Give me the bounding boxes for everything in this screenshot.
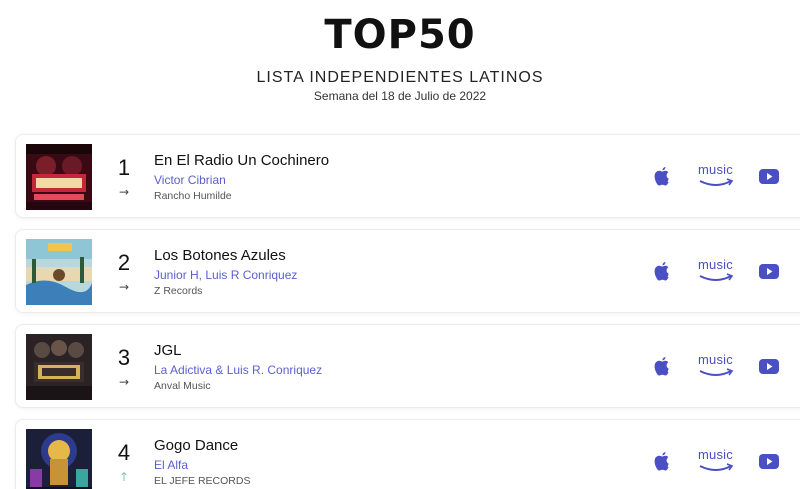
apple-music-icon[interactable] xyxy=(652,356,672,378)
album-cover-2[interactable] xyxy=(26,239,92,305)
amazon-music-word: music xyxy=(698,162,733,177)
amazon-music-icon[interactable]: music xyxy=(696,257,736,285)
chart-entry-1[interactable]: 1 → En El Radio Un Cochinero Victor Cibr… xyxy=(15,134,800,218)
album-cover-1[interactable] xyxy=(26,144,92,210)
rank-number: 2 xyxy=(117,250,131,275)
youtube-icon[interactable] xyxy=(759,359,779,374)
apple-music-icon[interactable] xyxy=(652,261,672,283)
album-cover-3[interactable] xyxy=(26,334,92,400)
apple-music-icon[interactable] xyxy=(652,166,672,188)
record-label: Anval Music xyxy=(154,380,211,392)
amazon-music-icon[interactable]: music xyxy=(696,447,736,475)
amazon-music-icon[interactable]: music xyxy=(696,352,736,380)
arrow-up-icon: ↑ xyxy=(118,470,130,484)
chart-entry-4[interactable]: 4 ↑ Gogo Dance El Alfa EL JEFE RECORDS m… xyxy=(15,419,800,489)
arrow-right-icon: → xyxy=(118,375,130,389)
artist-link[interactable]: Victor Cibrian xyxy=(154,173,226,187)
record-label: Rancho Humilde xyxy=(154,190,232,202)
amazon-music-word: music xyxy=(698,257,733,272)
artist-link[interactable]: El Alfa xyxy=(154,458,188,472)
youtube-icon[interactable] xyxy=(759,454,779,469)
youtube-icon[interactable] xyxy=(759,169,779,184)
record-label: EL JEFE RECORDS xyxy=(154,475,251,487)
song-title[interactable]: JGL xyxy=(154,342,182,359)
amazon-music-icon[interactable]: music xyxy=(696,162,736,190)
rank-number: 3 xyxy=(117,345,131,370)
song-title[interactable]: Gogo Dance xyxy=(154,437,238,454)
apple-music-icon[interactable] xyxy=(652,451,672,473)
rank-number: 4 xyxy=(117,440,131,465)
youtube-icon[interactable] xyxy=(759,264,779,279)
arrow-right-icon: → xyxy=(118,280,130,294)
rank-number: 1 xyxy=(117,155,131,180)
amazon-music-word: music xyxy=(698,447,733,462)
song-title[interactable]: Los Botones Azules xyxy=(154,247,286,264)
chart-entry-2[interactable]: 2 → Los Botones Azules Junior H, Luis R … xyxy=(15,229,800,313)
chart-week: Semana del 18 de Julio de 2022 xyxy=(313,89,487,103)
chart-subtitle: LISTA INDEPENDIENTES LATINOS xyxy=(256,69,544,86)
page-title: TOP50 xyxy=(324,12,476,58)
chart-entry-3[interactable]: 3 → JGL La Adictiva & Luis R. Conriquez … xyxy=(15,324,800,408)
artist-link[interactable]: Junior H, Luis R Conriquez xyxy=(154,268,297,282)
album-cover-4[interactable] xyxy=(26,429,92,489)
arrow-right-icon: → xyxy=(118,185,130,199)
amazon-music-word: music xyxy=(698,352,733,367)
artist-link[interactable]: La Adictiva & Luis R. Conriquez xyxy=(154,363,322,377)
song-title[interactable]: En El Radio Un Cochinero xyxy=(154,152,329,169)
record-label: Z Records xyxy=(154,285,203,297)
